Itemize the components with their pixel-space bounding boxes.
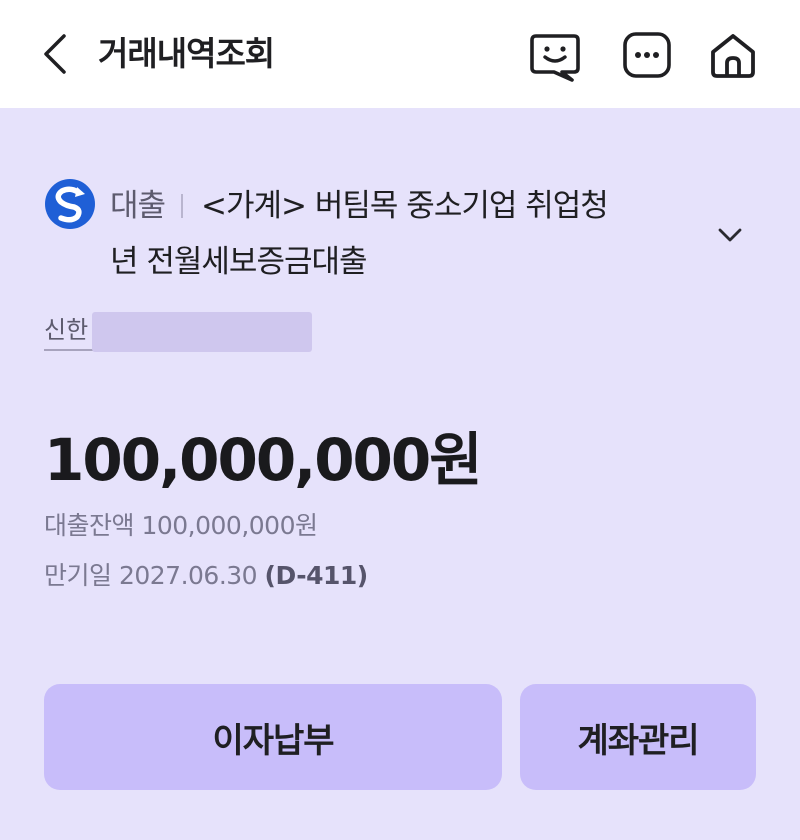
account-management-button[interactable]: 계좌관리 <box>520 684 756 790</box>
divider <box>181 194 184 218</box>
masked-account-number <box>92 312 312 352</box>
loan-type-label: 대출 <box>110 188 166 224</box>
chat-button[interactable] <box>528 28 582 82</box>
more-button[interactable] <box>620 28 674 82</box>
back-button[interactable] <box>36 30 80 78</box>
account-dropdown-button[interactable] <box>710 218 750 252</box>
home-icon <box>711 34 755 78</box>
maturity-date: 만기일 2027.06.30 (D-411) <box>44 556 368 596</box>
shinhan-logo <box>44 178 96 230</box>
maturity-date-text: 만기일 2027.06.30 <box>44 561 258 590</box>
chevron-left-icon <box>44 34 66 74</box>
chat-face-icon <box>530 34 580 82</box>
loan-name-line1: <가계> 버팀목 중소기업 취업청 <box>201 188 609 224</box>
d-day-badge: (D-411) <box>264 561 369 590</box>
chevron-down-icon <box>718 228 742 242</box>
account-number-link[interactable]: 신한 <box>44 312 88 348</box>
more-icon <box>623 32 671 78</box>
loan-amount: 100,000,000원 <box>44 426 483 494</box>
page-title: 거래내역조회 <box>98 34 275 73</box>
loan-balance: 대출잔액 100,000,000원 <box>44 511 318 540</box>
app-header: 거래내역조회 <box>0 0 800 108</box>
interest-payment-button[interactable]: 이자납부 <box>44 684 502 790</box>
loan-title[interactable]: 대출 <가계> 버팀목 중소기업 취업청 <box>110 180 609 232</box>
home-button[interactable] <box>706 28 760 82</box>
loan-name-line2: 년 전월세보증금대출 <box>110 244 368 280</box>
